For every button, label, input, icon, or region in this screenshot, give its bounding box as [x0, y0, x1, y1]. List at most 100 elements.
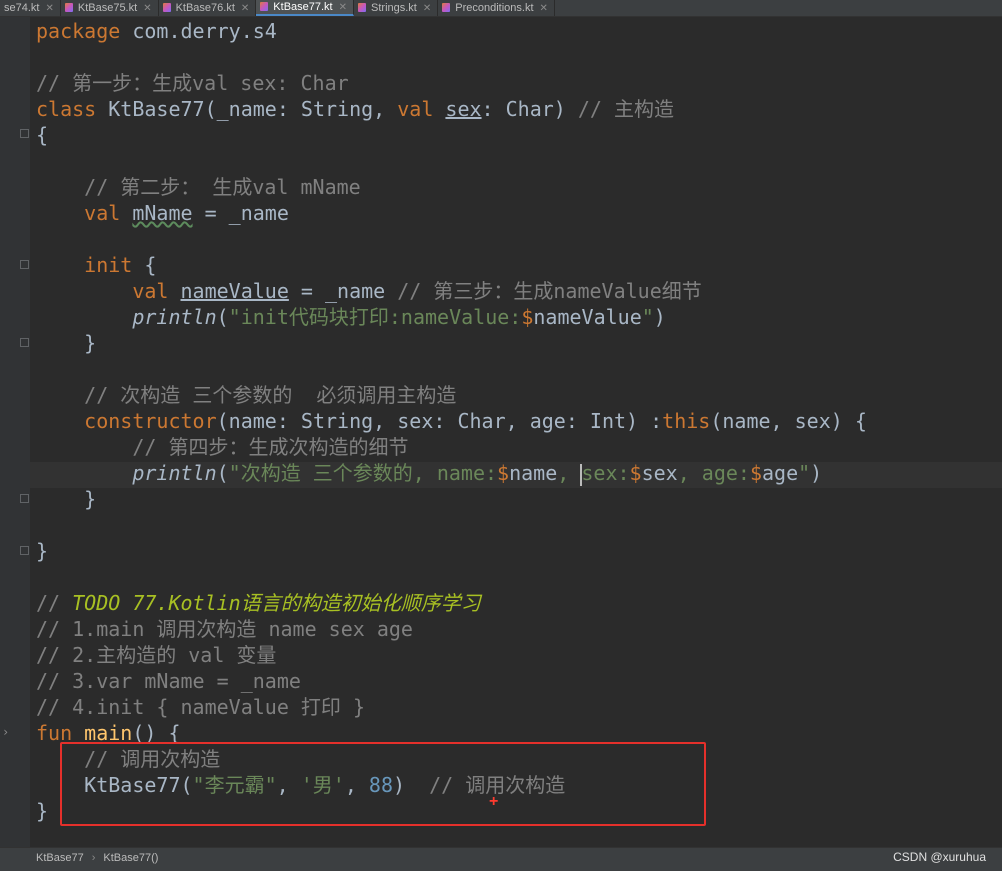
comment-token: // 3.var mName = _name [36, 669, 301, 693]
string-token: "init代码块打印:nameValue: [228, 305, 522, 329]
code-line: // 4.init { nameValue 打印 } [36, 694, 365, 720]
code-line: package com.derry.s4 [36, 18, 277, 44]
kotlin-file-icon [442, 3, 451, 13]
keyword-token: init [36, 253, 133, 277]
code-line: // 2.主构造的 val 变量 [36, 642, 276, 668]
breadcrumb-item-constructor[interactable]: KtBase77() [103, 852, 158, 864]
code-line: } [36, 330, 96, 356]
string-token: " [641, 305, 654, 329]
code-line: println("init代码块打印:nameValue:$nameValue"… [36, 304, 666, 330]
code-token: ( [216, 461, 229, 485]
code-line: val mName = _name [36, 200, 289, 226]
close-icon[interactable]: ✕ [45, 3, 53, 14]
cursor-crosshair-icon: + [489, 793, 499, 810]
code-token: (name, sex) { [710, 409, 867, 433]
keyword-token: val [397, 97, 434, 121]
close-icon[interactable]: ✕ [339, 2, 347, 13]
template-token: $ [629, 461, 642, 485]
code-token: name [509, 461, 558, 485]
editor-tab-bar: se74.kt ✕ KtBase75.kt ✕ KtBase76.kt ✕ KtBas… [0, 0, 1002, 17]
code-token: } [36, 331, 97, 355]
kotlin-file-icon [260, 2, 269, 12]
code-line: { [36, 122, 48, 148]
code-token: ) [810, 461, 823, 485]
keyword-token: val [36, 201, 121, 225]
code-line: // 第四步：生成次构造的细节 [36, 434, 408, 460]
breadcrumb-bar: KtBase77 › KtBase77() CSDN @xuruhua [0, 847, 1002, 871]
code-token: KtBase77(_name: String, [96, 97, 398, 121]
code-line: init { [36, 252, 156, 278]
code-token: (name: String, sex: Char, age: Int) : [216, 409, 663, 433]
code-line: // 第二步： 生成val mName [36, 174, 361, 200]
code-line: } [36, 538, 48, 564]
comment-token: // 第二步： 生成val mName [36, 175, 361, 199]
tab-label: Strings.kt [371, 2, 417, 14]
code-line: // 第一步：生成val sex: Char [36, 70, 349, 96]
comment-token: // 1.main 调用次构造 name sex age [36, 617, 413, 641]
code-line: class KtBase77(_name: String, val sex: C… [36, 96, 674, 122]
string-token: "次构造 三个参数的, name: [228, 461, 498, 485]
string-token: sex: [581, 461, 630, 485]
code-token: nameValue [533, 305, 642, 329]
code-token: = _name [288, 279, 398, 303]
code-token: = _name [192, 201, 289, 225]
template-token: $ [497, 461, 510, 485]
breadcrumb-item-class[interactable]: KtBase77 [36, 852, 84, 864]
highlight-annotation-box [60, 742, 706, 826]
function-call-token: println [36, 305, 217, 329]
comment-token: // 第三步：生成nameValue细节 [397, 279, 702, 303]
tab-label: se74.kt [4, 2, 40, 14]
tab-label: KtBase75.kt [77, 2, 138, 14]
code-line: } [36, 486, 96, 512]
comment-token: // 4.init { nameValue 打印 } [36, 695, 365, 719]
string-token: " [798, 461, 811, 485]
code-token: sex [641, 461, 678, 485]
close-icon[interactable]: ✕ [241, 3, 249, 14]
code-token: } [36, 799, 49, 823]
code-line: } [36, 798, 48, 824]
comment-token: // 次构造 三个参数的 必须调用主构造 [36, 383, 457, 407]
code-editor[interactable]: package com.derry.s4 // 第一步：生成val sex: C… [0, 17, 1002, 847]
code-line: // 3.var mName = _name [36, 668, 301, 694]
tab-label: KtBase76.kt [175, 2, 235, 14]
tab-label: KtBase77.kt [273, 1, 333, 13]
tab-ktbase74[interactable]: se74.kt ✕ [0, 0, 61, 16]
code-line: // TODO 77.Kotlin语言的构造初始化顺序学习 [36, 590, 481, 616]
comment-token: // 第四步：生成次构造的细节 [36, 435, 409, 459]
close-icon[interactable]: ✕ [423, 3, 431, 14]
keyword-token: package [36, 19, 121, 43]
code-token: } [36, 539, 49, 563]
template-token: $ [521, 305, 534, 329]
keyword-token: constructor [36, 409, 217, 433]
tab-ktbase76[interactable]: KtBase76.kt ✕ [159, 0, 257, 16]
template-token: $ [749, 461, 762, 485]
code-line: println("次构造 三个参数的, name:$name, sex:$sex… [36, 460, 822, 486]
todo-comment: TODO 77.Kotlin语言的构造初始化顺序学习 [72, 591, 481, 615]
string-token: , age: [677, 461, 750, 485]
code-token: age [762, 461, 799, 485]
function-call-token: println [36, 461, 217, 485]
string-token: , [557, 461, 582, 485]
code-token: sex [445, 97, 482, 121]
tab-ktbase75[interactable]: KtBase75.kt ✕ [61, 0, 159, 16]
code-token: : Char) [481, 97, 578, 121]
tab-strings[interactable]: Strings.kt ✕ [354, 0, 439, 16]
comment-token: // 第一步：生成val sex: Char [36, 71, 349, 95]
code-line: // 次构造 三个参数的 必须调用主构造 [36, 382, 456, 408]
close-icon[interactable]: ✕ [540, 3, 548, 14]
keyword-token: class [36, 97, 97, 121]
code-token: com.derry.s4 [120, 19, 277, 43]
tab-preconditions[interactable]: Preconditions.kt ✕ [438, 0, 555, 16]
kotlin-file-icon [64, 3, 74, 13]
code-token: } [36, 487, 97, 511]
close-icon[interactable]: ✕ [143, 3, 151, 14]
code-token: { [36, 123, 49, 147]
comment-token: // 主构造 [577, 97, 674, 121]
code-token: { [132, 253, 157, 277]
tab-ktbase77[interactable]: KtBase77.kt ✕ [256, 0, 355, 16]
code-token: mName [132, 201, 193, 225]
keyword-token: val [36, 279, 169, 303]
code-token: ) [653, 305, 666, 329]
code-line: val nameValue = _name // 第三步：生成nameValue… [36, 278, 702, 304]
keyword-token: this [662, 409, 711, 433]
